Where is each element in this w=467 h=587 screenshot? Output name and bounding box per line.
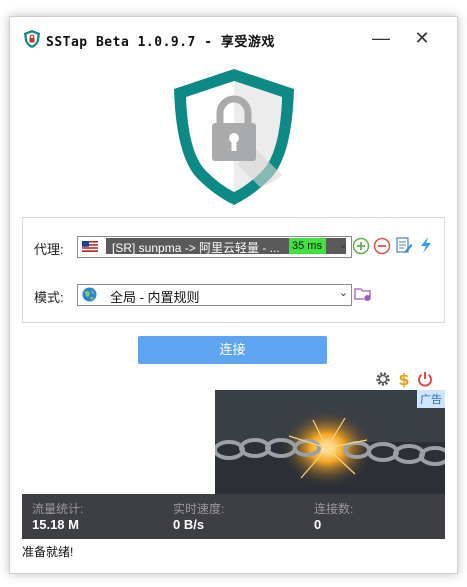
broken-chain-image	[215, 390, 445, 494]
speed-value: 0 B/s	[173, 517, 205, 532]
app-window: SSTap Beta 1.0.9.7 - 享受游戏 — ✕ 代理: [SR] s…	[9, 16, 458, 574]
traffic-value: 15.18 M	[32, 517, 79, 532]
proxy-selected-text: [SR] sunpma -> 阿里云轻量 - ...	[112, 241, 280, 255]
power-icon[interactable]	[416, 370, 434, 388]
chevron-down-icon[interactable]: ⌄	[339, 238, 348, 251]
globe-icon	[82, 287, 97, 302]
window-title: SSTap Beta 1.0.9.7 - 享受游戏	[46, 35, 275, 50]
shield-lock-logo-icon	[174, 69, 294, 205]
title-bar: SSTap Beta 1.0.9.7 - 享受游戏 — ✕	[10, 17, 457, 59]
connect-button[interactable]: 连接	[138, 336, 327, 364]
lightning-test-icon[interactable]	[417, 236, 435, 254]
add-proxy-icon[interactable]	[352, 237, 370, 255]
mode-label: 模式:	[34, 290, 64, 305]
traffic-label: 流量统计:	[32, 502, 84, 516]
folder-rules-icon[interactable]	[354, 285, 372, 303]
remove-proxy-icon[interactable]	[373, 237, 391, 255]
proxy-select[interactable]: [SR] sunpma -> 阿里云轻量 - ... 35 ms ⌄	[77, 236, 352, 258]
connections-label: 连接数:	[314, 502, 354, 516]
dollar-icon[interactable]: $	[395, 370, 413, 388]
edit-proxy-icon[interactable]	[395, 236, 413, 254]
mode-select[interactable]: 全局 - 内置规则 ⌄	[77, 284, 352, 306]
ad-banner[interactable]: 广告	[215, 390, 445, 494]
speed-label: 实时速度:	[173, 502, 225, 516]
ad-blank-area	[22, 390, 215, 494]
gear-icon[interactable]	[374, 370, 392, 388]
app-shield-icon	[24, 30, 40, 48]
proxy-label: 代理:	[34, 242, 64, 257]
status-text: 准备就绪!	[22, 545, 74, 559]
mode-selected-text: 全局 - 内置规则	[110, 290, 200, 305]
close-button[interactable]: ✕	[407, 27, 437, 49]
connections-value: 0	[314, 517, 322, 532]
us-flag-icon	[82, 241, 98, 252]
settings-panel: 代理: [SR] sunpma -> 阿里云轻量 - ... 35 ms ⌄ 模…	[22, 217, 445, 323]
chevron-down-icon[interactable]: ⌄	[339, 286, 348, 299]
stats-bar: 流量统计: 15.18 M 实时速度: 0 B/s 连接数: 0	[22, 494, 445, 539]
proxy-selection-highlight: [SR] sunpma -> 阿里云轻量 - ... 35 ms	[106, 238, 346, 255]
svg-text:$: $	[398, 370, 409, 388]
ad-tag: 广告	[417, 390, 445, 408]
latency-badge: 35 ms	[289, 238, 326, 254]
minimize-button[interactable]: —	[366, 27, 396, 49]
